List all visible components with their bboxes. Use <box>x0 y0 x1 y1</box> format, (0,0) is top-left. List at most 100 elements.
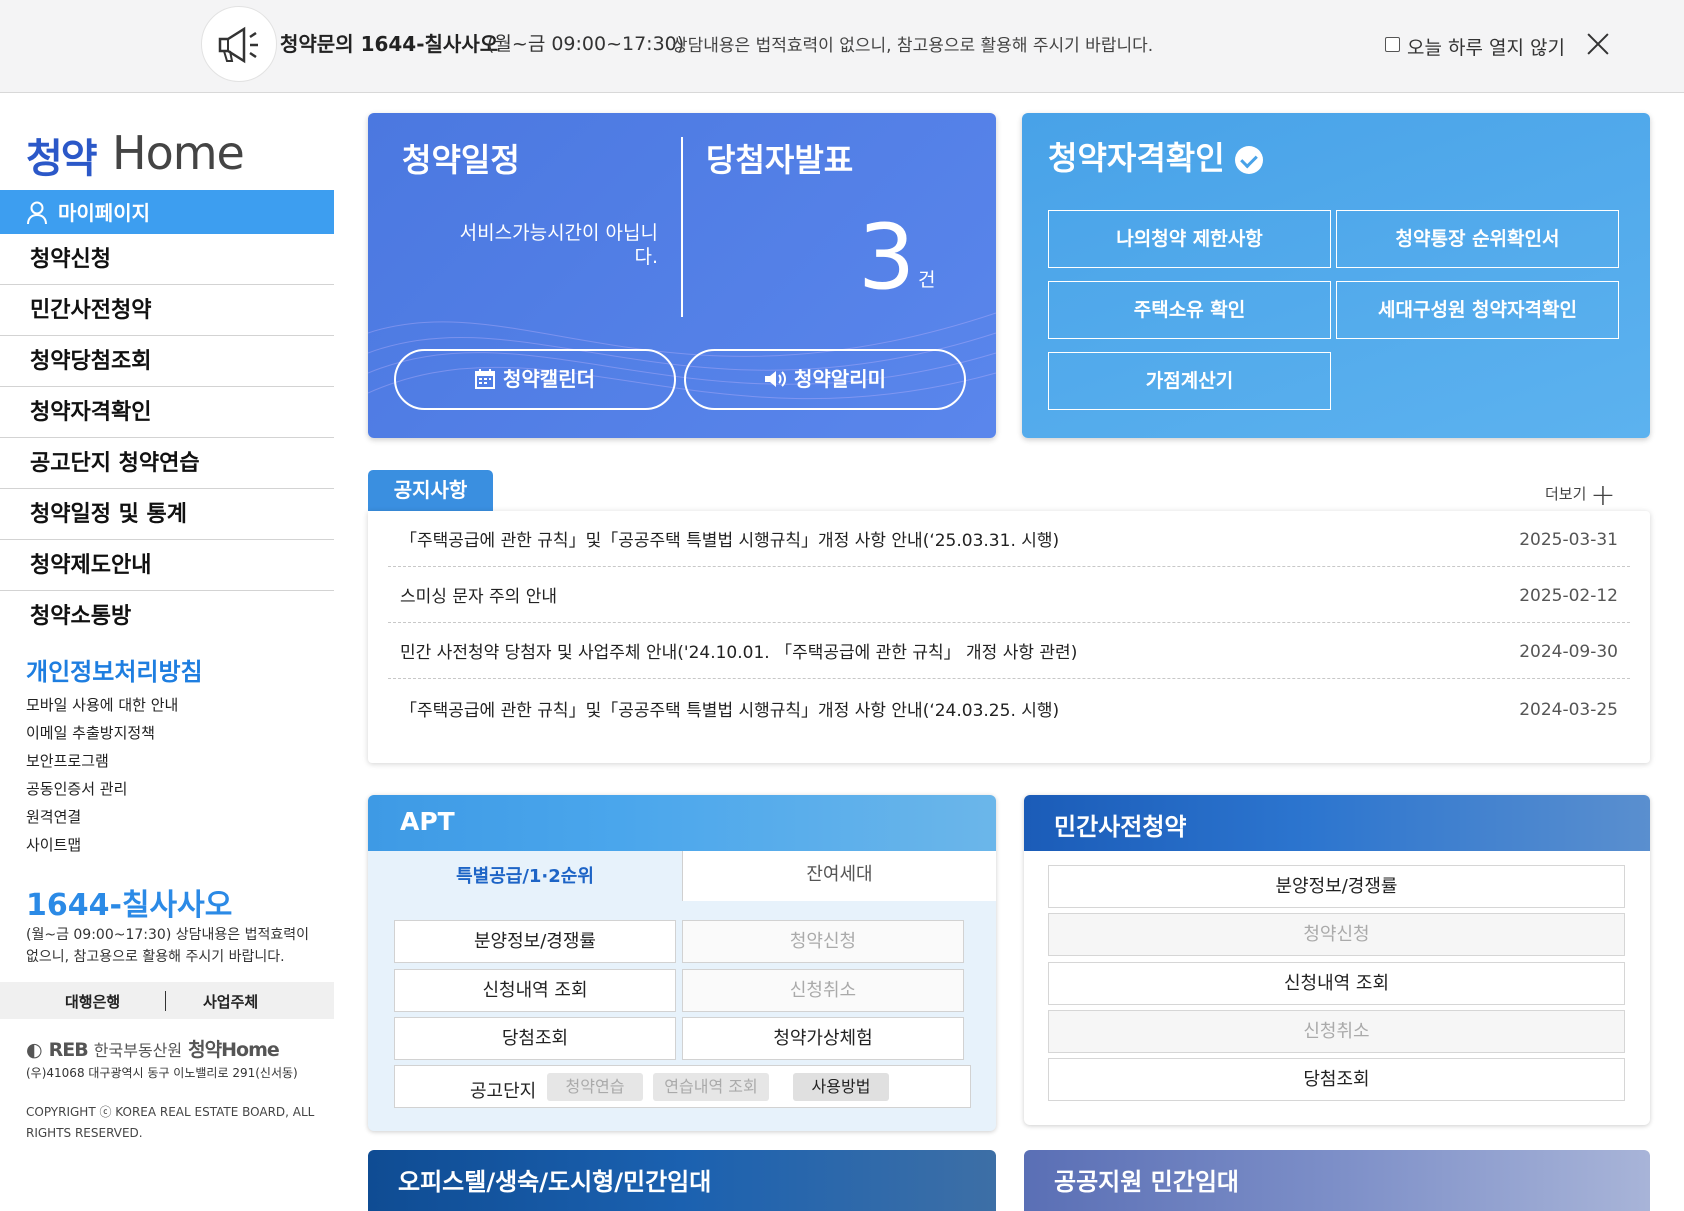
apt-header: APT <box>368 795 996 851</box>
schedule-title[interactable]: 청약일정 <box>402 135 520 181</box>
notice-date: 2025-02-12 <box>1519 586 1618 606</box>
contact-phone: 1644-칠사사오 <box>26 888 233 923</box>
apt-panel: APT 특별공급/1·2순위 잔여세대 분양정보/경쟁률 청약신청 신청내역 조… <box>368 795 996 1131</box>
notice-title: 민간 사전청약 당첨자 및 사업주체 안내('24.10.01. 「주택공급에 … <box>400 643 1078 663</box>
logo[interactable]: 청약 Home <box>26 126 246 182</box>
notice-title: 「주택공급에 관한 규칙」및「공공주택 특별법 시행규칙」개정 사항 안내(‘2… <box>400 701 1060 721</box>
notice-date: 2024-03-25 <box>1519 700 1618 720</box>
close-icon[interactable] <box>1583 30 1613 60</box>
private-history-button[interactable]: 신청내역 조회 <box>1048 962 1625 1005</box>
agency-bank-link[interactable]: 대행은행 <box>65 991 120 1012</box>
notice-list: 「주택공급에 관한 규칙」및「공공주택 특별법 시행규칙」개정 사항 안내(‘2… <box>368 511 1650 763</box>
check-circle-icon <box>1234 146 1263 174</box>
more-link[interactable]: 더보기 + <box>1545 478 1616 513</box>
calendar-button-label: 청약캘린더 <box>503 367 595 391</box>
qualification-title: 청약자격확인 <box>1048 133 1263 179</box>
alarm-button-label: 청약알리미 <box>794 367 886 391</box>
apt-cancel-button[interactable]: 신청취소 <box>682 969 964 1012</box>
notice-hours-text: (월~금 09:00~17:30) <box>487 33 685 55</box>
dont-show-today-checkbox[interactable] <box>1385 37 1400 52</box>
sidebar: 청약 Home 마이페이지 청약신청 민간사전청약 청약당첨조회 청약자격확인 … <box>0 94 334 1211</box>
agency-bar: 대행은행 사업주체 <box>0 982 334 1019</box>
private-presale-title: 민간사전청약 <box>1054 813 1187 841</box>
officetel-title: 오피스텔/생숙/도시형/민간임대 <box>398 1168 712 1196</box>
officetel-header: 오피스텔/생숙/도시형/민간임대 <box>368 1150 996 1211</box>
user-icon <box>27 201 47 225</box>
menu-item-practice[interactable]: 공고단지 청약연습 <box>0 438 334 489</box>
calendar-button[interactable]: 청약캘린더 <box>394 349 676 410</box>
household-qualification-button[interactable]: 세대구성원 청약자격확인 <box>1336 281 1619 339</box>
winner-count[interactable]: 3 <box>858 205 915 310</box>
private-apply-button[interactable]: 청약신청 <box>1048 913 1625 956</box>
account-rank-button[interactable]: 청약통장 순위확인서 <box>1336 210 1619 268</box>
schedule-panel: 청약일정 서비스가능시간이 아닙니다. 당첨자발표 3 건 청약캘린더 청약알리… <box>368 113 996 438</box>
top-notice-bar: 청약문의 1644-칠사사오 (월~금 09:00~17:30) 상담내용은 법… <box>0 0 1684 93</box>
privacy-policy-link[interactable]: 개인정보처리방침 <box>26 652 203 687</box>
sitemap-link[interactable]: 사이트맵 <box>26 834 81 855</box>
panel-divider <box>681 137 683 317</box>
winner-announcement-title[interactable]: 당첨자발표 <box>706 135 853 181</box>
practice-chip[interactable]: 청약연습 <box>547 1073 643 1101</box>
notice-item[interactable]: 「주택공급에 관한 규칙」및「공공주택 특별법 시행규칙」개정 사항 안내(‘2… <box>388 511 1630 567</box>
menu-item-apply[interactable]: 청약신청 <box>0 234 334 285</box>
menu-item-winner-lookup[interactable]: 청약당첨조회 <box>0 336 334 387</box>
notice-date: 2024-09-30 <box>1519 642 1618 662</box>
footer-logo: ◐ REB 한국부동산원 청약Home <box>26 1035 280 1062</box>
security-program-link[interactable]: 보안프로그램 <box>26 750 109 771</box>
more-label: 더보기 <box>1545 485 1587 503</box>
alarm-button[interactable]: 청약알리미 <box>684 349 966 410</box>
notice-item[interactable]: 스미싱 문자 주의 안내 2025-02-12 <box>388 567 1630 623</box>
footer-address: (우)41068 대구광역시 동구 이노밸리로 291(신서동) <box>26 1066 298 1080</box>
apt-winner-lookup-button[interactable]: 당첨조회 <box>394 1017 676 1060</box>
menu-item-communication[interactable]: 청약소통방 <box>0 591 334 642</box>
logo-mark: 청약 <box>26 136 98 182</box>
public-rental-header: 공공지원 민간임대 <box>1024 1150 1650 1211</box>
footer-reb-text: REB <box>48 1039 89 1061</box>
my-restrictions-button[interactable]: 나의청약 제한사항 <box>1048 210 1331 268</box>
apt-apply-button[interactable]: 청약신청 <box>682 920 964 963</box>
mobile-guide-link[interactable]: 모바일 사용에 대한 안내 <box>26 694 178 715</box>
certificate-link[interactable]: 공동인증서 관리 <box>26 778 127 799</box>
menu-item-system-guide[interactable]: 청약제도안내 <box>0 540 334 591</box>
reb-logo-icon: ◐ <box>26 1039 43 1061</box>
menu-item-private-pre-sale[interactable]: 민간사전청약 <box>0 285 334 336</box>
private-winner-lookup-button[interactable]: 당첨조회 <box>1048 1058 1625 1101</box>
notice-item[interactable]: 「주택공급에 관한 규칙」및「공공주택 특별법 시행규칙」개정 사항 안내(‘2… <box>388 681 1630 737</box>
notice-desc-text: 상담내용은 법적효력이 없으니, 참고용으로 활용해 주시기 바랍니다. <box>672 36 1154 56</box>
tab-special-supply[interactable]: 특별공급/1·2순위 <box>368 851 682 901</box>
how-to-use-chip[interactable]: 사용방법 <box>793 1073 889 1101</box>
logo-home-text: Home <box>112 126 245 180</box>
business-entity-link[interactable]: 사업주체 <box>203 991 258 1012</box>
dont-show-today-label[interactable]: 오늘 하루 열지 않기 <box>1407 33 1565 60</box>
footer-copyright: COPYRIGHT ⓒ KOREA REAL ESTATE BOARD, ALL… <box>26 1105 315 1140</box>
plus-icon: + <box>1590 478 1616 513</box>
tab-remaining-units[interactable]: 잔여세대 <box>682 851 996 901</box>
mypage-button[interactable]: 마이페이지 <box>0 190 334 234</box>
notice-phone-text: 청약문의 1644-칠사사오 <box>280 32 499 56</box>
tab-notices[interactable]: 공지사항 <box>368 470 493 511</box>
notice-item[interactable]: 민간 사전청약 당첨자 및 사업주체 안내('24.10.01. 「주택공급에 … <box>388 623 1630 679</box>
private-presale-panel: 민간사전청약 분양정보/경쟁률 청약신청 신청내역 조회 신청취소 당첨조회 <box>1024 795 1650 1125</box>
notice-title: 「주택공급에 관한 규칙」및「공공주택 특별법 시행규칙」개정 사항 안내(‘2… <box>400 531 1060 551</box>
menu-item-schedule-stats[interactable]: 청약일정 및 통계 <box>0 489 334 540</box>
speaker-icon <box>765 371 786 387</box>
private-cancel-button[interactable]: 신청취소 <box>1048 1010 1625 1053</box>
apt-sale-info-button[interactable]: 분양정보/경쟁률 <box>394 920 676 963</box>
megaphone-icon <box>201 6 277 82</box>
agency-divider <box>165 991 166 1011</box>
private-sale-info-button[interactable]: 분양정보/경쟁률 <box>1048 865 1625 908</box>
menu-item-qualification[interactable]: 청약자격확인 <box>0 387 334 438</box>
score-calculator-button[interactable]: 가점계산기 <box>1048 352 1331 410</box>
apt-virtual-experience-button[interactable]: 청약가상체험 <box>682 1017 964 1060</box>
private-presale-header: 민간사전청약 <box>1024 795 1650 851</box>
apt-history-button[interactable]: 신청내역 조회 <box>394 969 676 1012</box>
email-policy-link[interactable]: 이메일 추출방지정책 <box>26 722 155 743</box>
remote-link[interactable]: 원격연결 <box>26 806 81 827</box>
home-ownership-button[interactable]: 주택소유 확인 <box>1048 281 1331 339</box>
winner-count-unit: 건 <box>918 269 936 291</box>
qualification-panel: 청약자격확인 나의청약 제한사항 청약통장 순위확인서 주택소유 확인 세대구성… <box>1022 113 1650 438</box>
notice-date: 2025-03-31 <box>1519 530 1618 550</box>
qualification-title-text: 청약자격확인 <box>1048 139 1225 177</box>
service-unavailable-msg: 서비스가능시간이 아닙니다. <box>459 222 658 268</box>
practice-history-chip[interactable]: 연습내역 조회 <box>653 1073 769 1101</box>
